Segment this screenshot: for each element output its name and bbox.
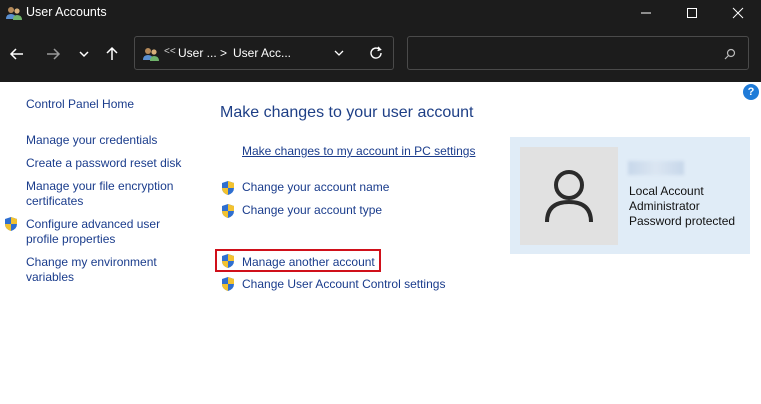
sidebar-item-advanced-profile[interactable]: Configure advanced user profile properti… (26, 217, 176, 247)
users-icon (5, 4, 23, 22)
sidebar-item-password-reset-disk[interactable]: Create a password reset disk (26, 156, 196, 171)
chevron-down-icon (79, 51, 89, 58)
maximize-icon (687, 8, 697, 18)
user-avatar-icon (545, 170, 593, 223)
account-name-redacted (628, 161, 684, 175)
minimize-button[interactable] (623, 0, 669, 26)
account-password-status: Password protected (629, 214, 736, 228)
avatar (520, 147, 618, 245)
navigation-bar: << User ... > User Acc... (0, 26, 761, 82)
breadcrumb-user-accounts-2[interactable]: User Acc... (233, 46, 291, 60)
manage-another-account-link[interactable]: Manage another account (242, 255, 375, 269)
breadcrumb-separator[interactable]: > (220, 46, 227, 60)
close-icon (732, 7, 744, 19)
users-icon (142, 45, 160, 63)
up-button[interactable] (100, 42, 124, 66)
address-overflow[interactable]: << (164, 46, 176, 57)
sidebar-item-control-panel-home[interactable]: Control Panel Home (26, 97, 196, 112)
shield-icon (221, 203, 235, 219)
shield-icon (4, 216, 18, 232)
sidebar-item-environment-variables[interactable]: Change my environment variables (26, 255, 176, 285)
back-arrow-icon (9, 48, 23, 60)
chevron-down-icon (334, 50, 344, 56)
page-title: Make changes to your user account (220, 104, 474, 121)
maximize-button[interactable] (669, 0, 715, 26)
address-history-button[interactable] (333, 47, 345, 62)
refresh-icon (370, 46, 382, 59)
sidebar-item-file-encryption[interactable]: Manage your file encryption certificates (26, 179, 186, 209)
breadcrumb-user-accounts-1[interactable]: User ... (178, 46, 217, 60)
help-icon[interactable]: ? (743, 84, 759, 100)
uac-settings-link[interactable]: Change User Account Control settings (242, 277, 445, 291)
search-icon[interactable] (724, 47, 736, 65)
pc-settings-link[interactable]: Make changes to my account in PC setting… (242, 144, 475, 158)
forward-arrow-icon (47, 48, 61, 60)
forward-button[interactable] (41, 42, 65, 66)
account-kind: Local Account (629, 184, 704, 198)
address-bar[interactable]: << User ... > User Acc... (134, 36, 394, 70)
sidebar-item-manage-credentials[interactable]: Manage your credentials (26, 133, 196, 148)
recent-locations-button[interactable] (72, 42, 96, 66)
title-bar: User Accounts (0, 0, 761, 26)
account-panel: Local Account Administrator Password pro… (510, 137, 750, 254)
window-title: User Accounts (26, 5, 107, 19)
change-account-name-link[interactable]: Change your account name (242, 180, 389, 194)
account-role: Administrator (629, 199, 700, 213)
search-box[interactable] (407, 36, 749, 70)
refresh-button[interactable] (368, 45, 384, 64)
close-button[interactable] (715, 0, 761, 26)
minimize-icon (641, 12, 651, 14)
shield-icon (221, 180, 235, 196)
shield-icon (221, 253, 235, 269)
back-button[interactable] (5, 42, 29, 66)
change-account-type-link[interactable]: Change your account type (242, 203, 382, 217)
shield-icon (221, 276, 235, 292)
up-arrow-icon (106, 46, 118, 60)
search-input[interactable] (414, 43, 708, 65)
